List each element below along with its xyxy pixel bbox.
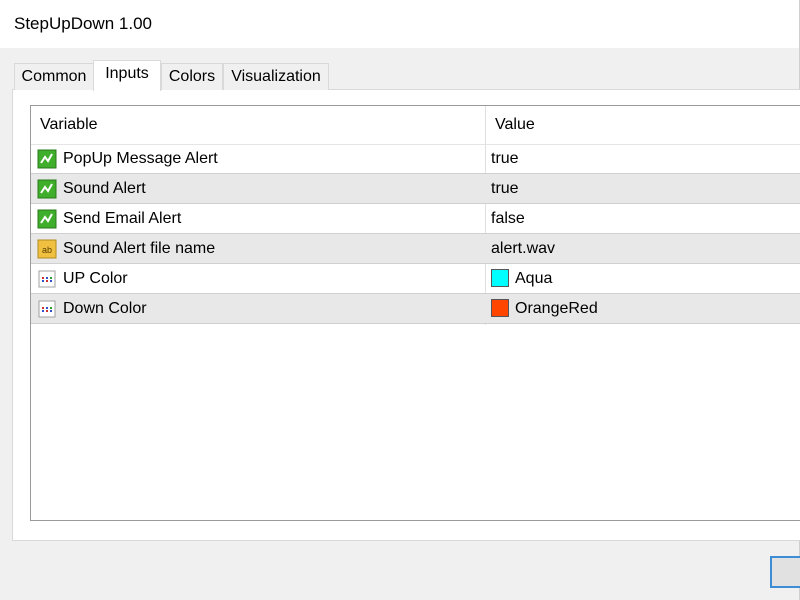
table-row[interactable]: Sound Alert true xyxy=(31,174,800,204)
variable-name: UP Color xyxy=(63,270,128,287)
color-param-icon xyxy=(38,270,56,288)
svg-text:ab: ab xyxy=(42,245,52,255)
value-cell[interactable]: true xyxy=(491,150,519,168)
inputs-grid: Variable Value PopUp Message Alert true … xyxy=(30,105,800,521)
ok-button[interactable] xyxy=(770,556,800,588)
variable-name: PopUp Message Alert xyxy=(63,150,218,167)
color-swatch[interactable] xyxy=(491,299,509,317)
column-header-variable[interactable]: Variable xyxy=(40,116,98,134)
color-param-icon xyxy=(38,300,56,318)
bool-param-icon xyxy=(37,149,57,169)
bool-param-icon xyxy=(37,179,57,199)
tab-colors[interactable]: Colors xyxy=(161,63,223,90)
title-bar: StepUpDown 1.00 xyxy=(0,0,800,48)
value-cell[interactable]: Aqua xyxy=(515,270,552,288)
table-row[interactable]: Down Color OrangeRed xyxy=(31,294,800,324)
variable-name: Send Email Alert xyxy=(63,210,182,227)
tab-common[interactable]: Common xyxy=(14,63,94,90)
table-row[interactable]: ab Sound Alert file name alert.wav xyxy=(31,234,800,264)
window-title: StepUpDown 1.00 xyxy=(14,14,152,33)
string-param-icon: ab xyxy=(37,239,57,259)
value-cell[interactable]: true xyxy=(491,180,519,198)
table-row[interactable]: UP Color Aqua xyxy=(31,264,800,294)
variable-name: Down Color xyxy=(63,300,147,317)
bool-param-icon xyxy=(37,209,57,229)
value-cell[interactable]: OrangeRed xyxy=(515,300,598,318)
variable-name: Sound Alert xyxy=(63,180,146,197)
tab-inputs[interactable]: Inputs xyxy=(93,60,161,91)
grid-header: Variable Value xyxy=(31,106,800,145)
color-swatch[interactable] xyxy=(491,269,509,287)
value-cell[interactable]: alert.wav xyxy=(491,240,555,258)
table-row[interactable]: Send Email Alert false xyxy=(31,204,800,234)
tab-visualization[interactable]: Visualization xyxy=(223,63,329,90)
tab-label: Colors xyxy=(168,68,216,85)
table-row[interactable]: PopUp Message Alert true xyxy=(31,144,800,174)
column-header-value[interactable]: Value xyxy=(495,116,535,134)
tab-label: Visualization xyxy=(231,68,321,85)
variable-name: Sound Alert file name xyxy=(63,240,216,257)
value-cell[interactable]: false xyxy=(491,210,525,228)
tab-label: Inputs xyxy=(105,65,149,82)
tab-label: Common xyxy=(21,68,87,85)
